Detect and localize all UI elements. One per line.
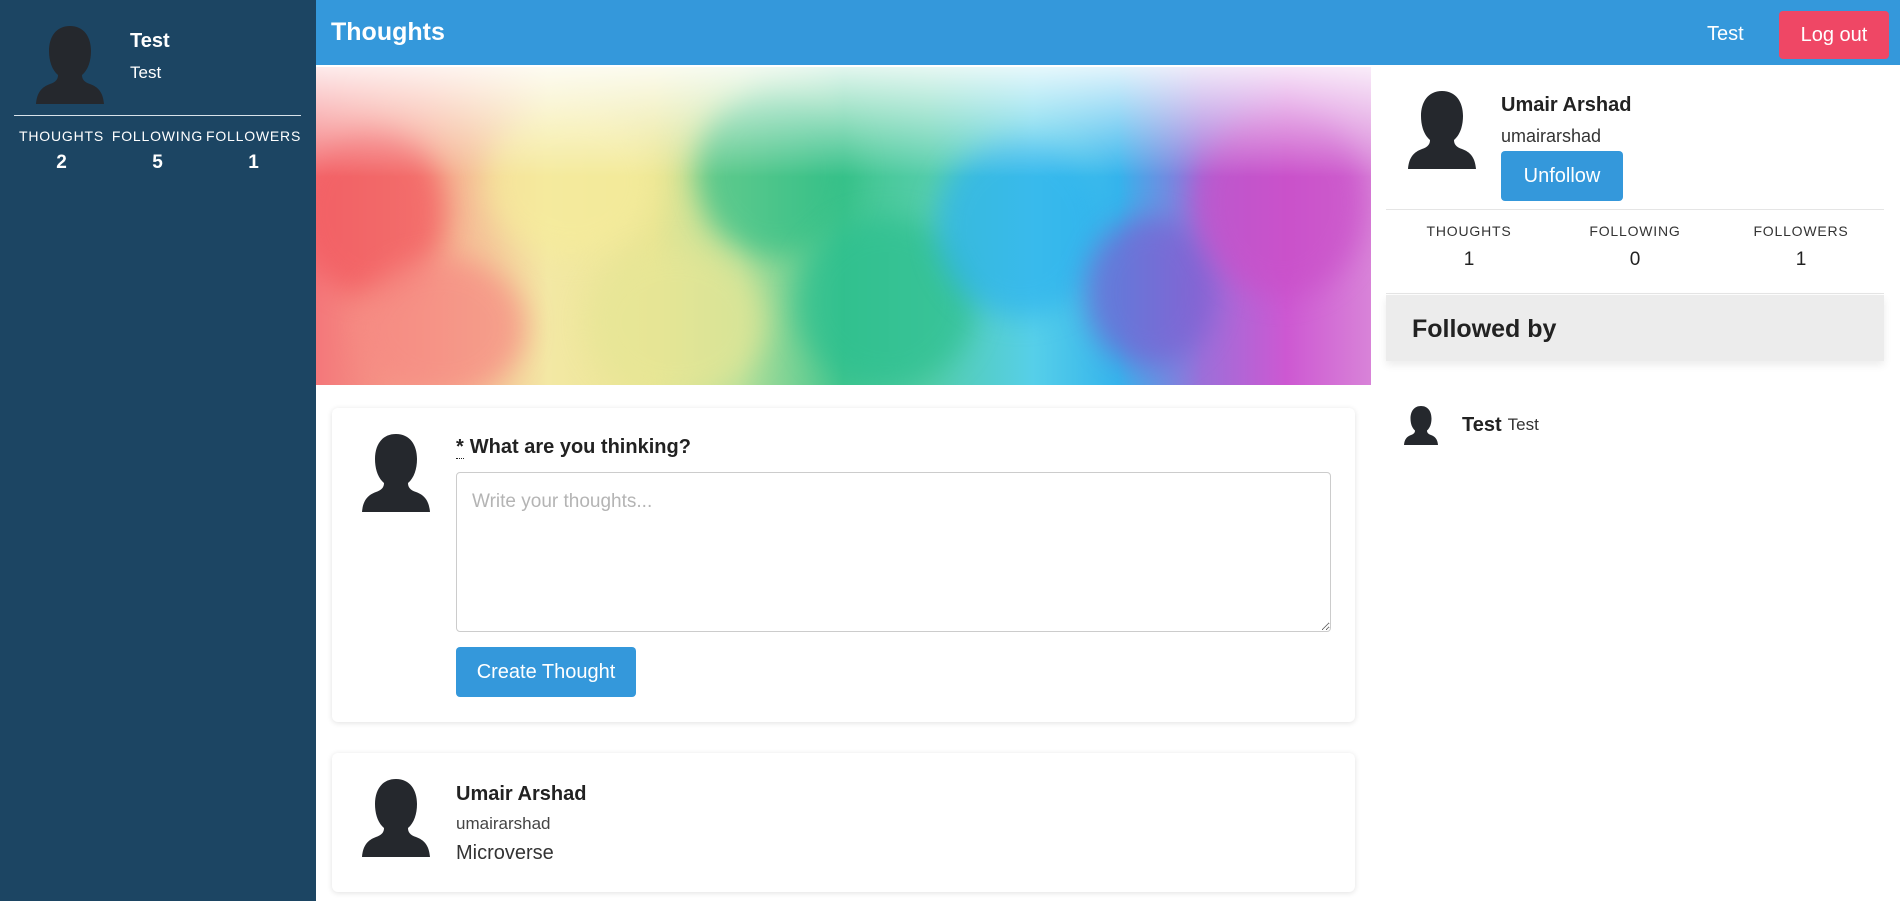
profile-stat-followers: FOLLOWERS 1	[1731, 223, 1871, 271]
unfollow-button[interactable]: Unfollow	[1501, 151, 1623, 201]
follower-list-item[interactable]: Test Test	[1404, 403, 1539, 447]
thought-item: Umair Arshad umairarshad Microverse	[332, 753, 1355, 892]
create-thought-card: *What are you thinking? Create Thought	[332, 408, 1355, 722]
stat-label: FOLLOWING	[1589, 223, 1681, 239]
cover-banner-image	[316, 67, 1371, 385]
stat-label: FOLLOWING	[111, 128, 204, 144]
stat-label: THOUGHTS	[19, 128, 104, 144]
thought-input[interactable]	[456, 472, 1331, 632]
stat-value: 5	[152, 152, 163, 173]
sidebar-stats: THOUGHTS 2 FOLLOWING 5 FOLLOWERS 1	[14, 128, 301, 174]
avatar-icon	[36, 24, 104, 104]
thought-label: * What are you thinking?	[456, 436, 691, 459]
required-marker: *	[456, 436, 464, 459]
create-thought-button[interactable]: Create Thought	[456, 647, 636, 697]
avatar-icon	[1404, 405, 1438, 445]
profile-stat-thoughts: THOUGHTS 1	[1399, 223, 1539, 271]
thought-author-name[interactable]: Umair Arshad	[456, 783, 586, 806]
thought-label-text: What are you thinking?	[469, 436, 691, 458]
followed-by-header: Followed by	[1386, 295, 1884, 361]
avatar-icon	[1408, 89, 1476, 169]
profile-stats: THOUGHTS 1 FOLLOWING 0 FOLLOWERS 1	[1386, 223, 1884, 271]
sidebar-user-name[interactable]: Test	[130, 30, 170, 53]
profile-divider	[1386, 293, 1884, 294]
stat-value: 2	[56, 152, 67, 173]
thought-author-username: umairarshad	[456, 814, 551, 833]
sidebar-stat-following[interactable]: FOLLOWING 5	[110, 128, 205, 174]
stat-value: 0	[1629, 249, 1641, 270]
sidebar-profile: Test Test	[36, 24, 170, 104]
sidebar-stat-followers[interactable]: FOLLOWERS 1	[206, 128, 301, 174]
stat-value: 1	[1795, 249, 1807, 270]
stat-label: FOLLOWERS	[1753, 223, 1849, 239]
logout-button[interactable]: Log out	[1779, 11, 1889, 59]
thought-text: Microverse	[456, 842, 554, 864]
avatar-icon	[362, 432, 430, 512]
sidebar-username: Test	[130, 63, 162, 82]
follower-username: Test	[1507, 415, 1539, 434]
profile-username: umairarshad	[1501, 126, 1602, 146]
follower-name[interactable]: Test	[1462, 414, 1502, 437]
avatar-icon	[362, 777, 430, 857]
profile-stat-following: FOLLOWING 0	[1565, 223, 1705, 271]
nav-user-link[interactable]: Test	[1707, 23, 1744, 46]
top-navbar: Thoughts Test Log out	[316, 0, 1900, 65]
profile-divider	[1386, 209, 1884, 210]
stat-label: FOLLOWERS	[206, 128, 302, 144]
brand-link[interactable]: Thoughts	[331, 18, 445, 47]
sidebar-stat-thoughts[interactable]: THOUGHTS 2	[14, 128, 109, 174]
left-sidebar: Test Test THOUGHTS 2 FOLLOWING 5 FOLLOWE…	[0, 0, 316, 901]
stat-value: 1	[248, 152, 259, 173]
stat-value: 1	[1463, 249, 1475, 270]
sidebar-divider	[14, 115, 301, 116]
stat-label: THOUGHTS	[1426, 223, 1512, 239]
followed-by-title: Followed by	[1412, 315, 1557, 343]
profile-name: Umair Arshad	[1501, 94, 1632, 116]
